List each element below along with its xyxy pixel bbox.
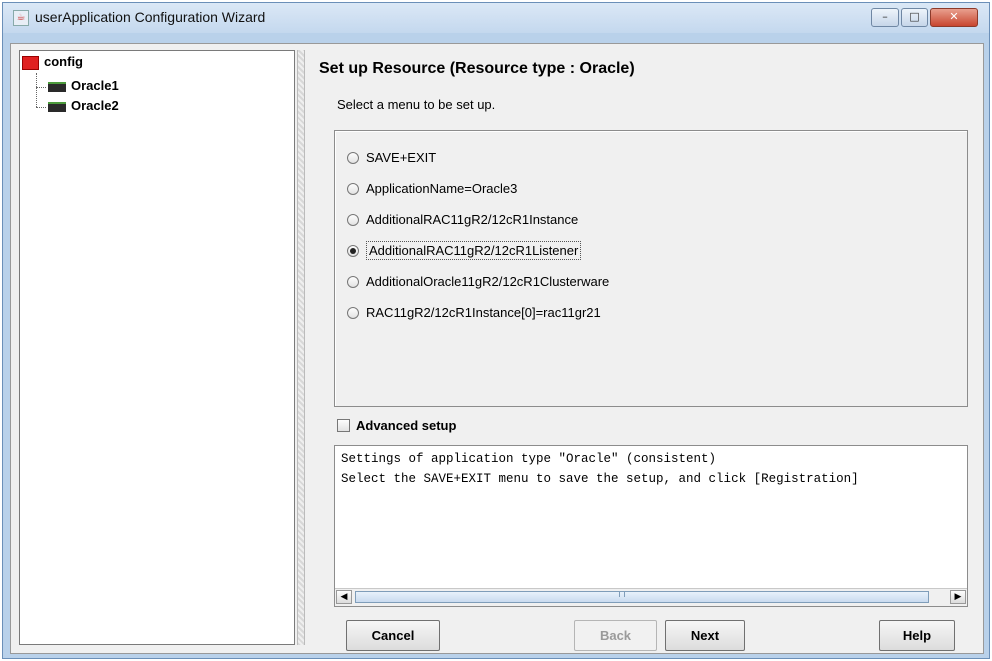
help-button[interactable]: Help: [879, 620, 955, 651]
menu-option-label: ApplicationName=Oracle3: [366, 181, 518, 196]
title-bar[interactable]: ☕ userApplication Configuration Wizard –…: [3, 3, 989, 33]
menu-option-label: AdditionalRAC11gR2/12cR1Listener: [366, 241, 582, 260]
split-pane-divider[interactable]: [297, 50, 305, 645]
back-button[interactable]: Back: [574, 620, 657, 651]
resource-icon: [48, 101, 66, 112]
menu-option-label: RAC11gR2/12cR1Instance[0]=rac11gr21: [366, 305, 601, 320]
resource-icon: [48, 81, 66, 92]
message-line: Settings of application type "Oracle" (c…: [341, 452, 717, 466]
message-text-area[interactable]: Settings of application type "Oracle" (c…: [334, 445, 968, 607]
menu-option-label: AdditionalOracle11gR2/12cR1Clusterware: [366, 274, 610, 289]
scroll-left-icon[interactable]: ◀: [336, 590, 352, 604]
tree-node-oracle2[interactable]: Oracle2: [48, 97, 119, 115]
tree-node-oracle1[interactable]: Oracle1: [48, 77, 119, 95]
menu-option-rac-instance-0[interactable]: RAC11gR2/12cR1Instance[0]=rac11gr21: [347, 302, 601, 324]
menu-option-label: SAVE+EXIT: [366, 150, 437, 165]
advanced-setup-label: Advanced setup: [356, 418, 457, 433]
scrollbar-thumb[interactable]: [355, 591, 929, 603]
menu-option-label: AdditionalRAC11gR2/12cR1Instance: [366, 212, 579, 227]
menu-option-application-name[interactable]: ApplicationName=Oracle3: [347, 178, 517, 200]
tree-node-label: config: [44, 54, 83, 69]
close-icon: ✕: [949, 10, 959, 23]
maximize-icon: □: [909, 10, 920, 23]
close-button[interactable]: ✕: [930, 8, 978, 27]
radio-button[interactable]: [347, 213, 359, 226]
scroll-right-icon[interactable]: ▶: [950, 590, 966, 604]
next-button[interactable]: Next: [665, 620, 745, 651]
java-app-icon: ☕: [13, 10, 29, 26]
window-title: userApplication Configuration Wizard: [35, 9, 266, 25]
radio-button[interactable]: [347, 306, 359, 319]
horizontal-scrollbar[interactable]: ◀ ▶: [335, 588, 967, 606]
page-title: Set up Resource (Resource type : Oracle): [319, 60, 635, 77]
menu-option-save-exit[interactable]: SAVE+EXIT: [347, 147, 436, 169]
maximize-button[interactable]: □: [901, 8, 928, 27]
minimize-button[interactable]: –: [871, 8, 899, 27]
scrollbar-grip-icon: [619, 591, 625, 597]
wizard-window: ☕ userApplication Configuration Wizard –…: [2, 2, 990, 659]
message-line: Select the SAVE+EXIT menu to save the se…: [341, 472, 859, 486]
tree-connector: [36, 107, 46, 108]
minimize-icon: –: [882, 10, 888, 23]
checkbox[interactable]: [337, 419, 350, 433]
menu-option-additional-clusterware[interactable]: AdditionalOracle11gR2/12cR1Clusterware: [347, 271, 609, 293]
page-subtitle: Select a menu to be set up.: [337, 97, 496, 112]
menu-options-panel: SAVE+EXIT ApplicationName=Oracle3 Additi…: [334, 130, 968, 407]
cancel-button[interactable]: Cancel: [346, 620, 440, 651]
tree-node-label: Oracle1: [71, 78, 119, 93]
tree-connector: [36, 87, 46, 88]
tree-connector: [36, 73, 37, 107]
menu-option-additional-rac-listener[interactable]: AdditionalRAC11gR2/12cR1Listener: [347, 240, 582, 262]
advanced-setup-checkbox[interactable]: Advanced setup: [337, 414, 456, 438]
resource-tree[interactable]: config Oracle1 Oracle2: [19, 50, 295, 645]
menu-option-additional-rac-instance[interactable]: AdditionalRAC11gR2/12cR1Instance: [347, 209, 578, 231]
tree-node-config[interactable]: config: [22, 53, 83, 71]
wizard-content: config Oracle1 Oracle2 Set up Resource (…: [10, 43, 984, 654]
radio-button[interactable]: [347, 182, 359, 195]
radio-button-selected[interactable]: [347, 244, 359, 257]
radio-button[interactable]: [347, 151, 359, 164]
config-icon: [22, 55, 39, 70]
radio-button[interactable]: [347, 275, 359, 288]
tree-node-label: Oracle2: [71, 98, 119, 113]
